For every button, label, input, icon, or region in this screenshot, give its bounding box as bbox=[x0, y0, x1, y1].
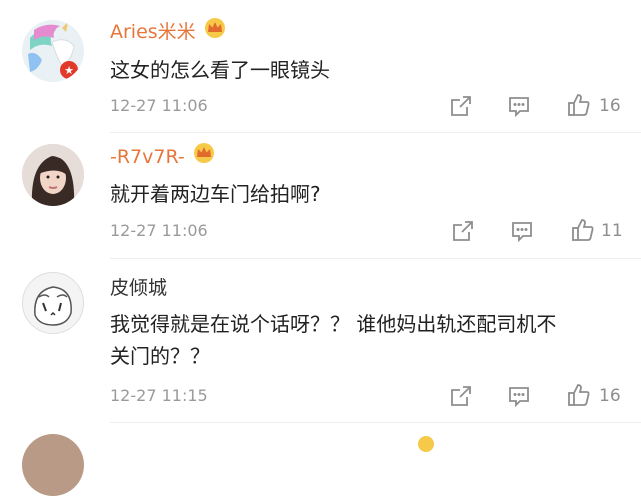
avatar[interactable] bbox=[22, 272, 84, 334]
next-comment-crown-icon bbox=[418, 436, 434, 452]
like-count: 11 bbox=[601, 221, 623, 241]
vip-crown-icon bbox=[202, 17, 228, 45]
comment-time: 12-27 11:06 bbox=[110, 221, 208, 240]
share-icon[interactable] bbox=[450, 95, 472, 121]
svg-text:★: ★ bbox=[64, 64, 74, 77]
comment-text-line: 我觉得就是在说个话呀？？ 谁他妈出轨还配司机不 bbox=[110, 312, 557, 336]
comment-time: 12-27 11:06 bbox=[110, 96, 208, 115]
comment-text-line: 关门的？？ bbox=[110, 344, 210, 368]
username[interactable]: 皮倾城 bbox=[110, 276, 167, 300]
share-icon[interactable] bbox=[450, 385, 472, 411]
reply-icon[interactable] bbox=[508, 95, 530, 121]
username-text[interactable]: Aries米米 bbox=[110, 21, 196, 43]
comment-text: 就开着两边车门给拍啊? bbox=[110, 182, 321, 206]
reply-icon[interactable] bbox=[508, 385, 530, 411]
like-count: 16 bbox=[599, 96, 621, 116]
share-icon[interactable] bbox=[452, 220, 474, 246]
like-icon[interactable] bbox=[571, 218, 595, 246]
next-comment-avatar[interactable] bbox=[22, 434, 84, 496]
avatar[interactable] bbox=[22, 144, 84, 206]
divider bbox=[110, 132, 641, 133]
divider bbox=[110, 258, 641, 259]
reply-icon[interactable] bbox=[511, 220, 533, 246]
avatar[interactable]: ★ bbox=[22, 20, 84, 82]
like-icon[interactable] bbox=[567, 383, 591, 411]
comment-time: 12-27 11:15 bbox=[110, 386, 208, 405]
vip-crown-icon bbox=[191, 142, 217, 170]
username-text[interactable]: -R7v7R- bbox=[110, 146, 185, 168]
username[interactable]: Aries米米 bbox=[110, 17, 228, 45]
divider bbox=[110, 422, 641, 423]
comment-text: 这女的怎么看了一眼镜头 bbox=[110, 58, 330, 82]
like-icon[interactable] bbox=[567, 93, 591, 121]
like-count: 16 bbox=[599, 386, 621, 406]
username[interactable]: -R7v7R- bbox=[110, 142, 217, 170]
